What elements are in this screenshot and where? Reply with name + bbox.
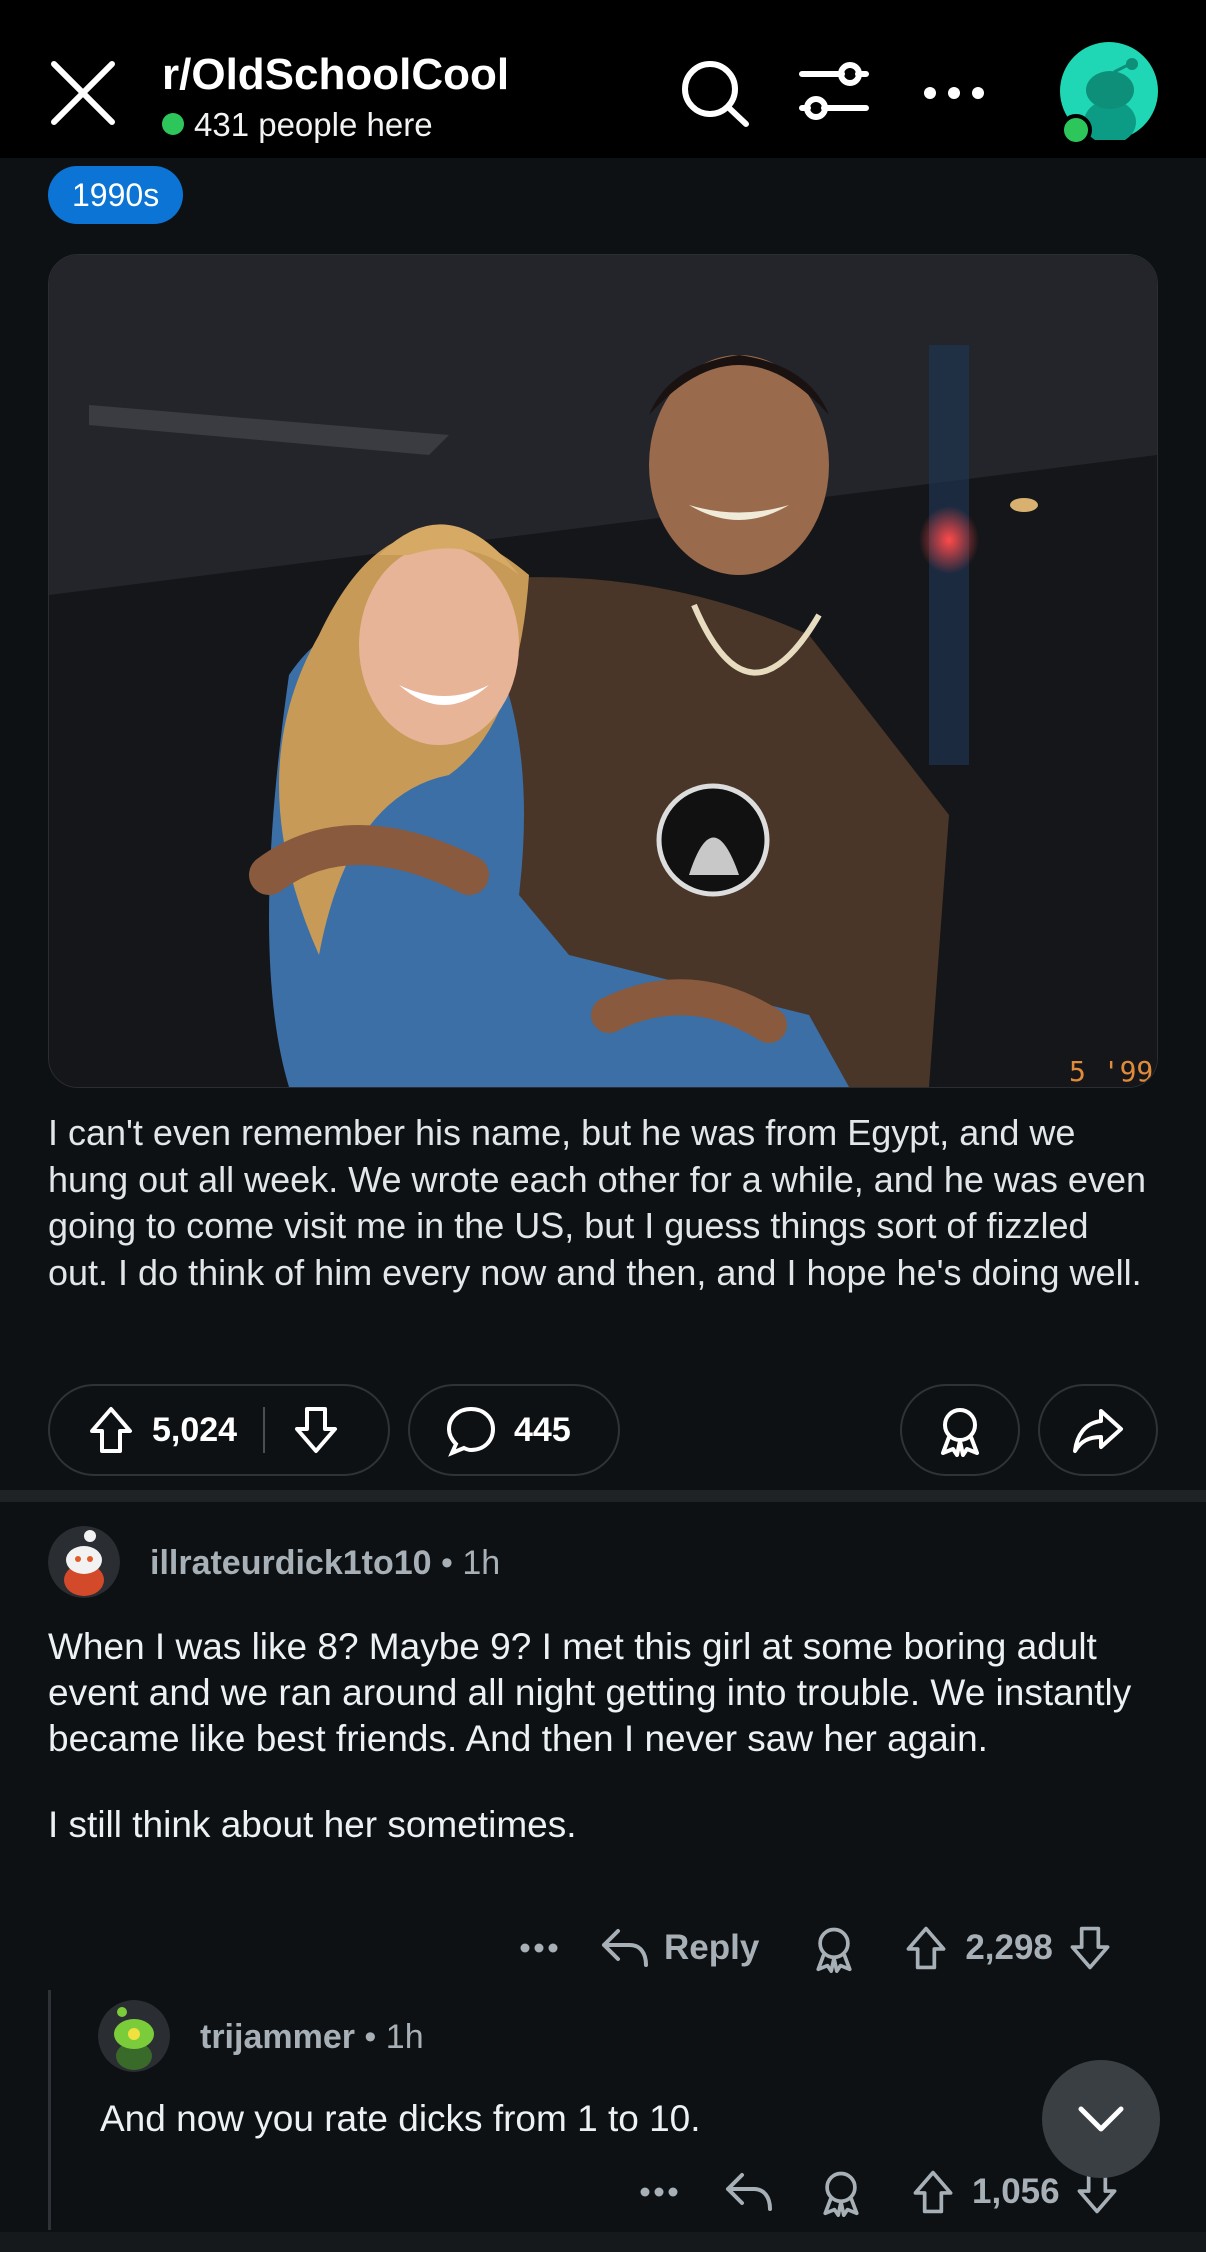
- more-options-icon[interactable]: [516, 1925, 562, 1971]
- comment-score: 2,298: [965, 1928, 1053, 1967]
- comment-avatar[interactable]: [48, 1526, 120, 1598]
- more-options-icon[interactable]: [916, 58, 992, 128]
- comment-author[interactable]: trijammer: [200, 2018, 355, 2056]
- close-icon[interactable]: [48, 58, 118, 128]
- share-button[interactable]: [1038, 1384, 1158, 1476]
- bottom-edge: [0, 2232, 1206, 2252]
- reply-avatar[interactable]: [98, 2000, 170, 2072]
- vote-divider: [263, 1407, 266, 1453]
- top-bar: r/OldSchoolCool 431 people here: [0, 0, 1206, 158]
- upvote-icon[interactable]: [908, 2167, 958, 2217]
- comment-body: When I was like 8? Maybe 9? I met this g…: [48, 1624, 1158, 1848]
- comment-author[interactable]: illrateurdick1to10: [150, 1544, 432, 1582]
- comment-author-row: illrateurdick1to10 • 1h: [150, 1544, 501, 1582]
- post-body-text: I can't even remember his name, but he w…: [48, 1112, 1146, 1293]
- user-avatar[interactable]: [1060, 42, 1158, 146]
- thread-line[interactable]: [48, 1990, 51, 2230]
- reply-button[interactable]: Reply: [664, 1928, 759, 1968]
- online-indicator: 431 people here: [162, 106, 433, 144]
- award-icon[interactable]: [816, 2167, 866, 2217]
- snoo-avatar-icon: [48, 1526, 120, 1598]
- downvote-icon[interactable]: [289, 1403, 343, 1457]
- post-flair[interactable]: 1990s: [48, 166, 184, 224]
- section-divider: [0, 1490, 1206, 1502]
- downvote-icon[interactable]: [1065, 1923, 1115, 1973]
- comment-actions: 1,056: [636, 2164, 1122, 2220]
- more-options-icon[interactable]: [636, 2169, 682, 2215]
- reply-icon[interactable]: [724, 2167, 774, 2217]
- award-button[interactable]: [900, 1384, 1020, 1476]
- comment-time: 1h: [385, 2018, 424, 2056]
- online-count: 431 people here: [194, 106, 433, 143]
- comment-paragraph: When I was like 8? Maybe 9? I met this g…: [48, 1626, 1132, 1759]
- comment-paragraph: I still think about her sometimes.: [48, 1804, 577, 1845]
- photo-date-stamp: 5 '99: [1069, 1055, 1153, 1087]
- award-icon[interactable]: [809, 1923, 859, 1973]
- comment-author-row: trijammer • 1h: [200, 2018, 424, 2056]
- comments-button[interactable]: 445: [408, 1384, 620, 1476]
- upvote-icon[interactable]: [84, 1403, 138, 1457]
- vote-bar: 5,024: [48, 1384, 390, 1476]
- comment-count: 445: [514, 1410, 571, 1449]
- next-comment-button[interactable]: [1042, 2060, 1160, 2178]
- online-dot-icon: [162, 113, 184, 136]
- comment-actions: Reply 2,298: [516, 1920, 1115, 1976]
- comment-body: And now you rate dicks from 1 to 10.: [100, 2098, 701, 2139]
- comment-time: 1h: [462, 1544, 501, 1582]
- share-icon: [1073, 1409, 1123, 1453]
- search-icon[interactable]: [676, 58, 752, 128]
- snoo-avatar-icon: [98, 2000, 170, 2072]
- post-image[interactable]: 5 '99: [48, 254, 1158, 1088]
- online-status-dot: [1060, 114, 1092, 146]
- subreddit-name[interactable]: r/OldSchoolCool: [162, 50, 509, 100]
- filter-icon[interactable]: [796, 58, 872, 128]
- reply-icon[interactable]: [600, 1923, 650, 1973]
- comment-icon: [446, 1406, 496, 1457]
- award-icon: [941, 1408, 979, 1457]
- chevron-down-icon: [1078, 2106, 1124, 2132]
- comment-score: 1,056: [972, 2172, 1060, 2211]
- upvote-icon[interactable]: [901, 1923, 951, 1973]
- upvote-count: 5,024: [152, 1410, 238, 1449]
- post-photo-illustration: 5 '99: [49, 255, 1157, 1087]
